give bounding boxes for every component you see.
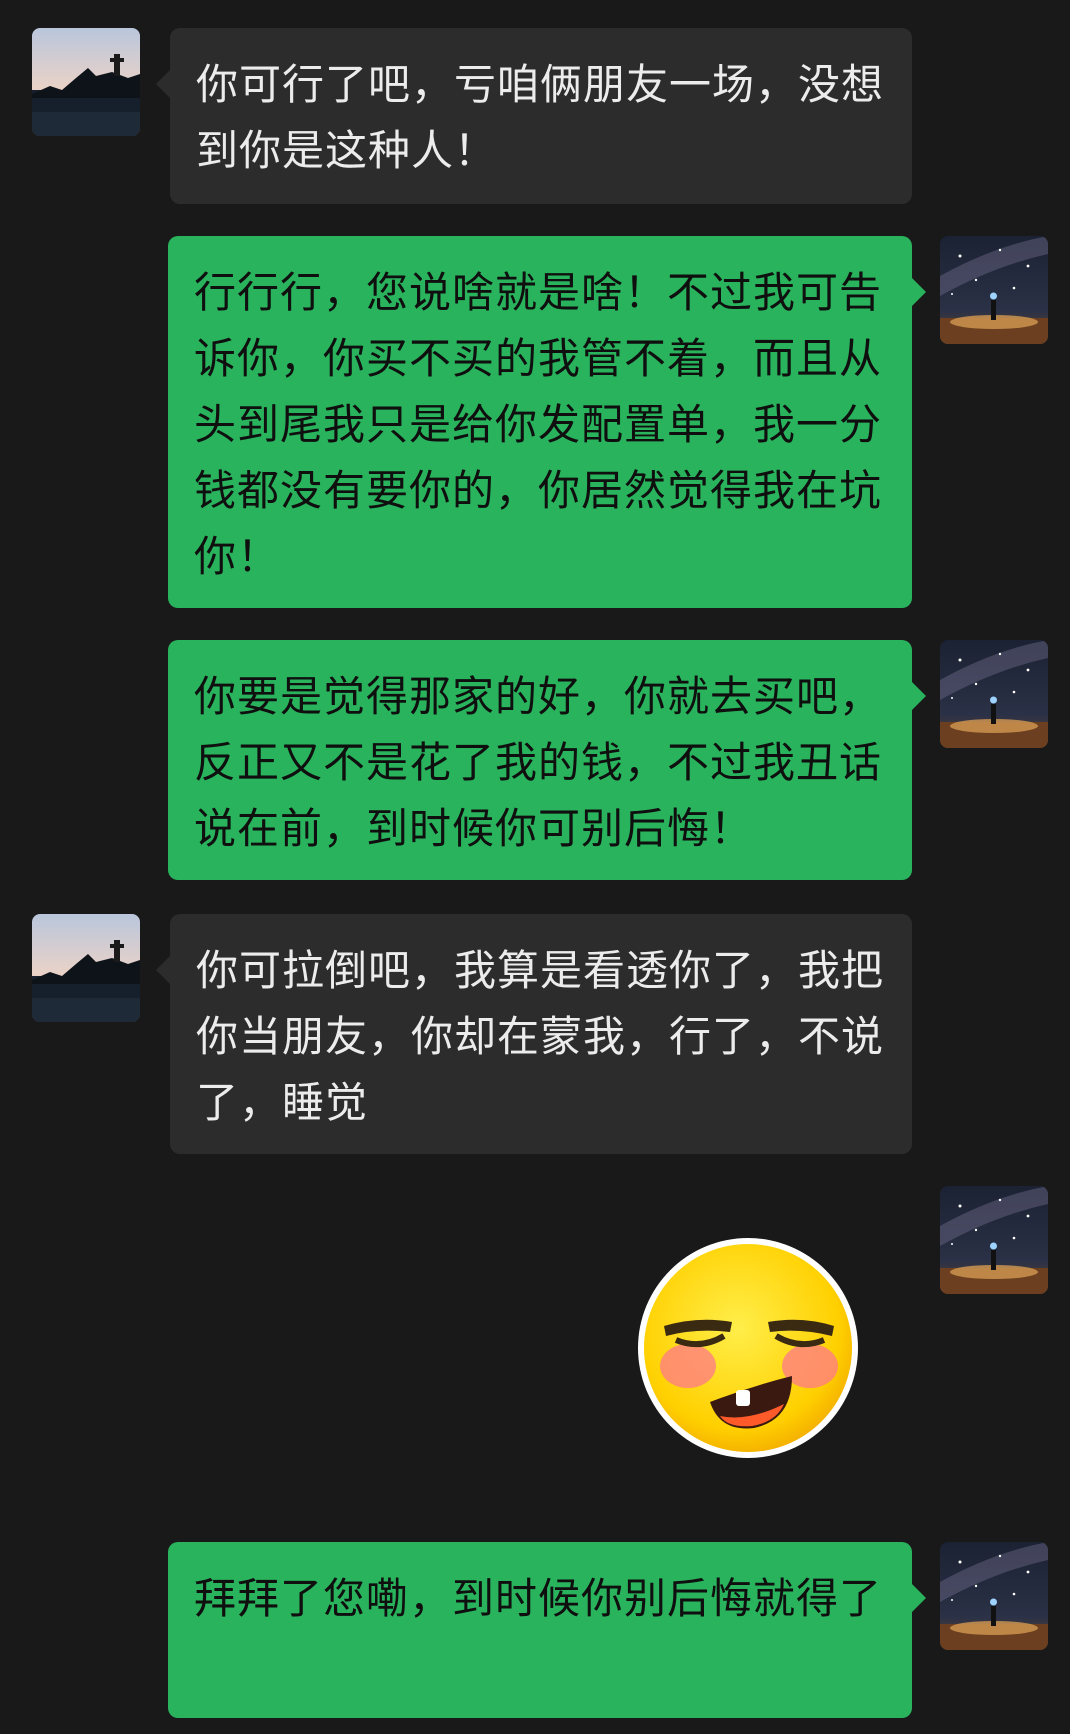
message-bubble-outgoing[interactable]: 行行行，您说啥就是啥！不过我可告诉你，你买不买的我管不着，而且从头到尾我只是给你… xyxy=(168,236,926,608)
my-avatar[interactable] xyxy=(940,1542,1048,1650)
my-avatar[interactable] xyxy=(940,640,1048,748)
message-bubble-outgoing[interactable]: 拜拜了您嘞，到时候你别后悔就得了 xyxy=(168,1542,926,1718)
friend-avatar[interactable] xyxy=(32,28,140,136)
friend-avatar[interactable] xyxy=(32,914,140,1022)
sunset-landscape-icon xyxy=(32,28,140,136)
starry-night-icon xyxy=(940,236,1048,344)
message-bubble-incoming[interactable]: 你可拉倒吧，我算是看透你了，我把你当朋友，你却在蒙我，行了，不说了，睡觉 xyxy=(156,914,912,1154)
starry-night-icon xyxy=(940,1542,1048,1650)
my-avatar[interactable] xyxy=(940,236,1048,344)
message-bubble-incoming[interactable]: 你可行了吧，亏咱俩朋友一场，没想到你是这种人！ xyxy=(156,28,912,204)
sunset-landscape-icon xyxy=(32,914,140,1022)
smirk-emoji-icon[interactable] xyxy=(636,1236,860,1460)
message-bubble-outgoing[interactable]: 你要是觉得那家的好，你就去买吧，反正又不是花了我的钱，不过我丑话说在前，到时候你… xyxy=(168,640,926,880)
my-avatar[interactable] xyxy=(940,1186,1048,1294)
starry-night-icon xyxy=(940,1186,1048,1294)
starry-night-icon xyxy=(940,640,1048,748)
